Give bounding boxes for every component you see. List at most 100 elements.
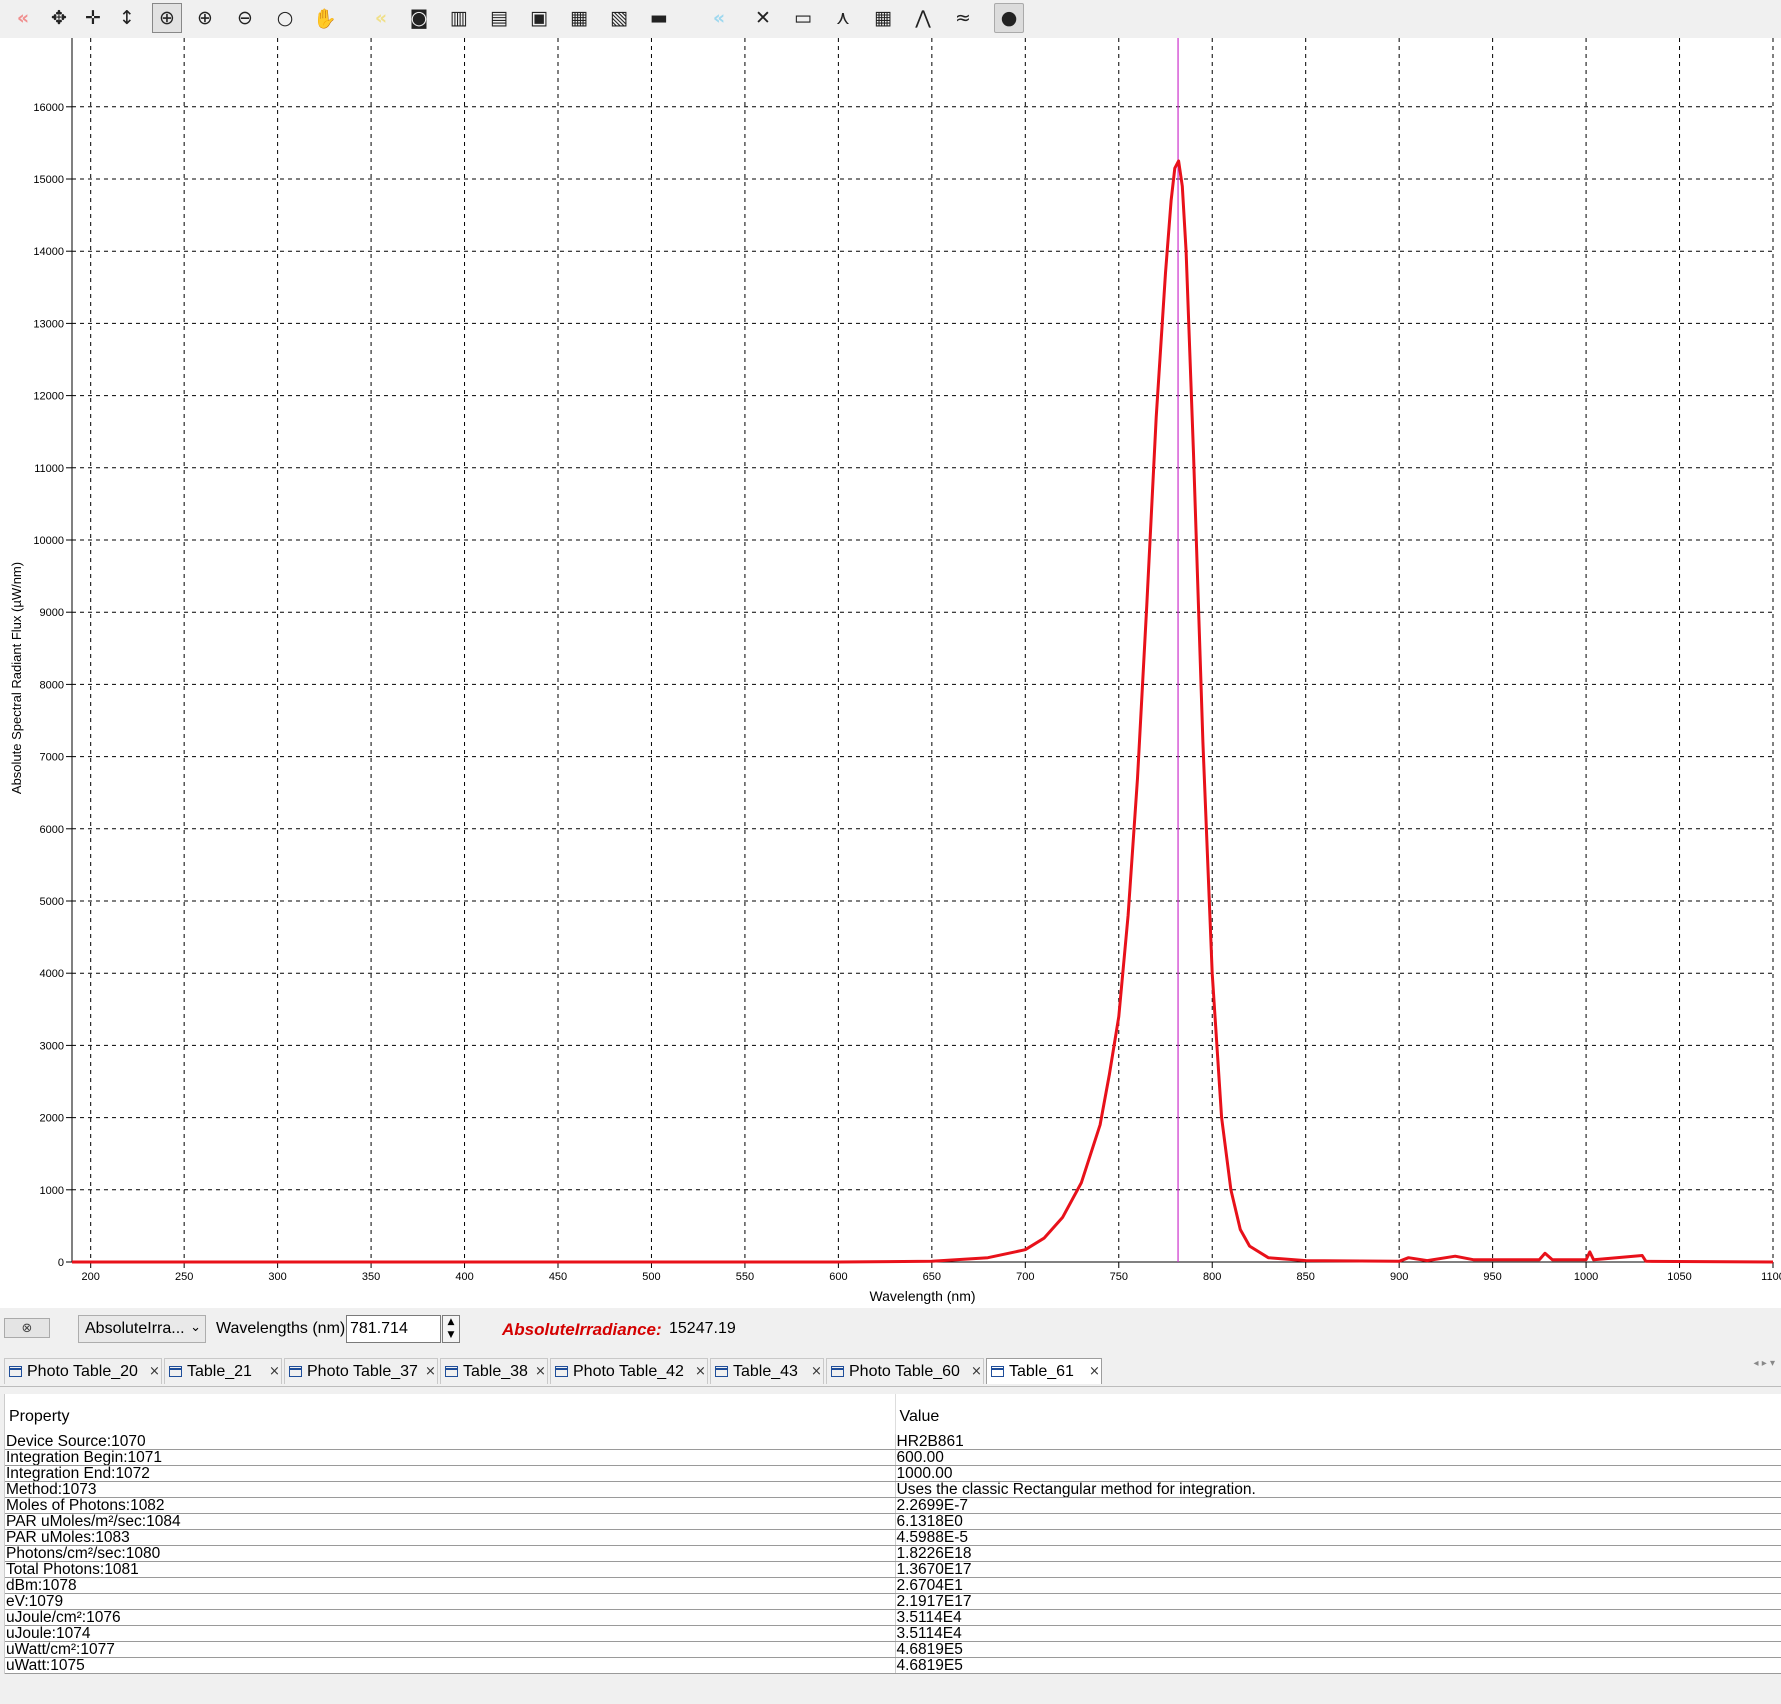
value-cell[interactable]: 1.8226E18 [895,1545,1781,1562]
property-cell[interactable]: Integration Begin:1071 [5,1449,896,1466]
property-cell[interactable]: Integration End:1072 [5,1465,896,1482]
table-row[interactable]: Total Photons:1081 1.3670E17 [5,1561,1781,1578]
property-cell[interactable]: PAR uMoles:1083 [5,1529,896,1546]
value-cell[interactable]: 3.5114E4 [895,1609,1781,1626]
table-row[interactable]: Photons/cm²/sec:1080 1.8226E18 [5,1545,1781,1562]
camera-icon[interactable]: ◙ [404,3,434,33]
value-cell[interactable]: HR2B861 [895,1434,1781,1450]
table-icon[interactable]: ▦ [868,3,898,33]
table-row[interactable]: PAR uMoles:1083 4.5988E-5 [5,1529,1781,1546]
trash-icon[interactable]: ▥ [444,3,474,33]
spinner-down-icon[interactable]: ▼ [443,1329,459,1342]
value-cell[interactable]: 4.6819E5 [895,1657,1781,1674]
property-cell[interactable]: Device Source:1070 [5,1434,896,1450]
table-row[interactable]: Integration Begin:1071 600.00 [5,1449,1781,1466]
spectrum-icon[interactable]: ⋀ [908,3,938,33]
table-row[interactable]: Moles of Photons:1082 2.2699E-7 [5,1497,1781,1514]
property-cell[interactable]: dBm:1078 [5,1577,896,1594]
back-icon[interactable]: « [8,3,38,33]
value-cell[interactable]: 4.5988E-5 [895,1529,1781,1546]
property-cell[interactable]: uWatt/cm²:1077 [5,1641,896,1658]
print-icon[interactable]: ▬ [644,3,674,33]
tools-icon[interactable]: ✕ [748,3,778,33]
bulb-icon[interactable]: ● [994,3,1024,33]
spectrum-chart-svg[interactable]: 0 1000 2000 3000 4000 5000 6000 7000 8000 9000 100… [0,38,1781,1308]
value-cell[interactable]: 2.2699E-7 [895,1497,1781,1514]
pan-hand-icon[interactable]: ✋ [310,3,340,33]
value-cell[interactable]: 1000.00 [895,1465,1781,1482]
rewind-icon[interactable]: « [704,3,734,33]
wavelength-spinner[interactable]: ▲ ▼ [442,1315,460,1343]
property-cell[interactable]: uWatt:1075 [5,1657,896,1674]
value-cell[interactable]: Uses the classic Rectangular method for … [895,1481,1781,1498]
tab-photo-table-20[interactable]: Photo Table_20 × [4,1358,162,1384]
crosshair-icon[interactable]: ✛ [78,3,108,33]
close-icon[interactable]: × [811,1364,822,1379]
value-cell[interactable]: 3.5114E4 [895,1625,1781,1642]
wavelength-input[interactable]: 781.714 [346,1315,441,1343]
table-row[interactable]: eV:1079 2.1917E17 [5,1593,1781,1610]
property-cell[interactable]: Method:1073 [5,1481,896,1498]
save-all-icon[interactable]: ▦ [564,3,594,33]
zoom-in-icon[interactable]: ⊕ [190,3,220,33]
multi-spectrum-icon[interactable]: ≈ [948,3,978,33]
table-row[interactable]: Method:1073 Uses the classic Rectangular … [5,1481,1781,1498]
table-row[interactable]: uWatt/cm²:1077 4.6819E5 [5,1641,1781,1658]
tab-table-21[interactable]: Table_21 × [164,1358,282,1384]
value-cell[interactable]: 2.1917E17 [895,1593,1781,1610]
graph-window-icon[interactable]: ▭ [788,3,818,33]
tab-navigation[interactable]: ◂ ▸ ▾ [1754,1358,1775,1369]
tab-photo-table-60[interactable]: Photo Table_60 × [826,1358,984,1384]
move-icon[interactable]: ✥ [44,3,74,33]
value-cell[interactable]: 6.1318E0 [895,1513,1781,1530]
close-icon[interactable]: × [535,1364,546,1379]
column-header-property[interactable]: Property [5,1394,896,1434]
spectrum-chart[interactable]: 0 1000 2000 3000 4000 5000 6000 7000 8000 9000 100… [0,38,1781,1308]
property-cell[interactable]: Photons/cm²/sec:1080 [5,1545,896,1562]
tab-photo-table-42[interactable]: Photo Table_42 × [550,1358,708,1384]
property-cell[interactable]: PAR uMoles/m²/sec:1084 [5,1513,896,1530]
table-row[interactable]: PAR uMoles/m²/sec:1084 6.1318E0 [5,1513,1781,1530]
peak-marker-icon[interactable]: ⋏ [828,3,858,33]
table-row[interactable]: dBm:1078 2.6704E1 [5,1577,1781,1594]
table-row[interactable]: uJoule:1074 3.5114E4 [5,1625,1781,1642]
table-row[interactable]: Device Source:1070 HR2B861 [5,1434,1781,1450]
save-icon[interactable]: ▣ [524,3,554,33]
vertical-arrow-icon[interactable]: ↕ [112,3,142,33]
spinner-up-icon[interactable]: ▲ [443,1316,459,1329]
close-icon[interactable]: × [695,1364,706,1379]
tab-scroll-left-icon[interactable]: ◂ [1754,1358,1759,1369]
property-cell[interactable]: Total Photons:1081 [5,1561,896,1578]
value-cell[interactable]: 1.3670E17 [895,1561,1781,1578]
close-icon[interactable]: × [1089,1364,1100,1379]
property-cell[interactable]: uJoule:1074 [5,1625,896,1642]
property-cell[interactable]: eV:1079 [5,1593,896,1610]
close-icon[interactable]: × [971,1364,982,1379]
tab-photo-table-37[interactable]: Photo Table_37 × [284,1358,438,1384]
property-cell[interactable]: uJoule/cm²:1076 [5,1609,896,1626]
value-cell[interactable]: 2.6704E1 [895,1577,1781,1594]
close-icon[interactable]: × [269,1364,280,1379]
tab-table-38[interactable]: Table_38 × [440,1358,548,1384]
table-row[interactable]: uJoule/cm²:1076 3.5114E4 [5,1609,1781,1626]
value-cell[interactable]: 4.6819E5 [895,1641,1781,1658]
clear-button[interactable]: ⊗ [4,1318,50,1338]
zoom-out-icon[interactable]: ⊖ [230,3,260,33]
quantity-select[interactable]: AbsoluteIrra... ⌄ [78,1315,206,1343]
tab-list-dropdown-icon[interactable]: ▾ [1770,1358,1775,1369]
tab-table-43[interactable]: Table_43 × [710,1358,824,1384]
close-icon[interactable]: × [425,1364,436,1379]
zoom-auto-icon[interactable]: ⊕ [152,3,182,33]
copy-doc-icon[interactable]: ▤ [484,3,514,33]
column-header-value[interactable]: Value [895,1394,1781,1434]
highlight-icon[interactable]: « [366,3,396,33]
property-cell[interactable]: Moles of Photons:1082 [5,1497,896,1514]
value-cell[interactable]: 600.00 [895,1449,1781,1466]
export-icon[interactable]: ▧ [604,3,634,33]
zoom-icon[interactable]: ○ [270,3,300,33]
table-row[interactable]: uWatt:1075 4.6819E5 [5,1657,1781,1674]
close-icon[interactable]: × [149,1364,160,1379]
table-row[interactable]: Integration End:1072 1000.00 [5,1465,1781,1482]
tab-scroll-right-icon[interactable]: ▸ [1762,1358,1767,1369]
tab-table-61[interactable]: Table_61 × [986,1358,1102,1384]
